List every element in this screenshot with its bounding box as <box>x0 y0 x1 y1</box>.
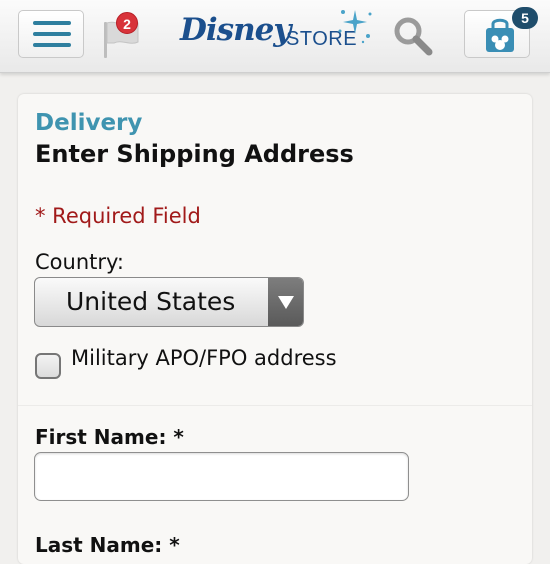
notification-count-badge: 2 <box>116 12 138 34</box>
chevron-down-icon <box>278 296 294 309</box>
first-name-input[interactable] <box>34 452 409 501</box>
notifications-button[interactable]: 2 <box>100 12 146 60</box>
military-address-checkbox[interactable] <box>35 353 61 379</box>
section-label: Delivery <box>35 110 143 136</box>
magnifier-icon <box>394 17 433 56</box>
disney-store-logo[interactable]: Disney STORE <box>178 6 372 62</box>
divider <box>18 405 532 406</box>
first-name-label: First Name: * <box>35 425 184 449</box>
page-title: Enter Shipping Address <box>35 140 354 168</box>
country-select-value: United States <box>66 287 236 316</box>
sparkle-icon <box>338 10 372 44</box>
menu-button[interactable] <box>18 10 84 58</box>
country-select[interactable]: United States <box>34 277 304 327</box>
top-nav-bar: 2 Disney STORE 5 <box>0 0 550 73</box>
required-field-note: * Required Field <box>35 204 201 228</box>
bag-count-badge: 5 <box>512 7 538 29</box>
search-button[interactable] <box>392 16 434 56</box>
military-address-label: Military APO/FPO address <box>71 346 337 370</box>
logo-wordmark: Disney <box>180 12 291 48</box>
country-label: Country: <box>35 250 124 274</box>
select-arrow-button[interactable] <box>268 278 303 326</box>
last-name-label: Last Name: * <box>35 533 180 557</box>
